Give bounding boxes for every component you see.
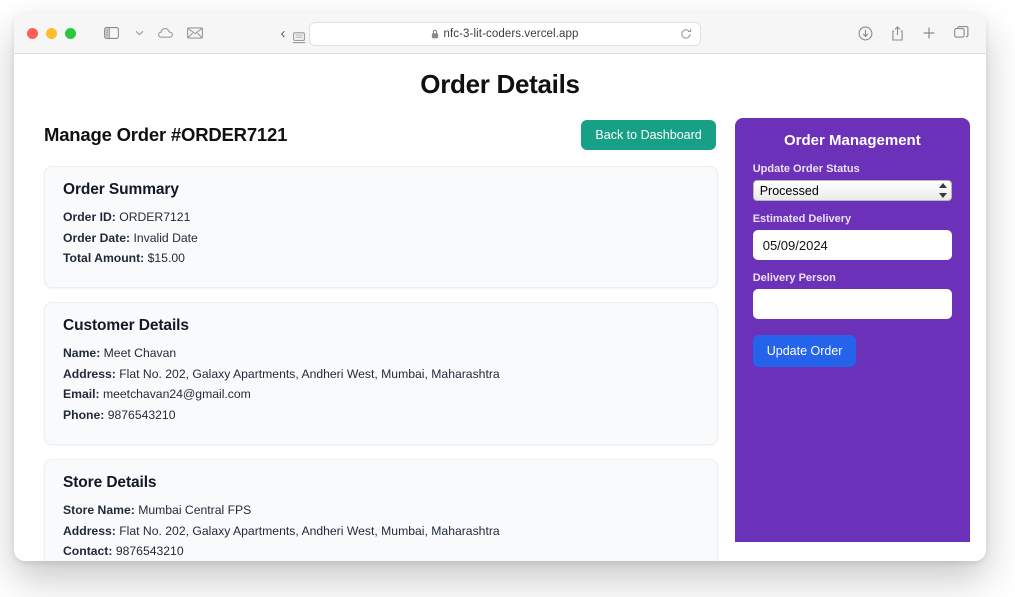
- estimated-delivery-input[interactable]: [752, 230, 952, 260]
- store-name-value: Mumbai Central FPS: [138, 502, 252, 517]
- total-amount-value: $15.00: [147, 251, 185, 266]
- store-name-label: Store Name:: [63, 502, 135, 517]
- store-details-title: Store Details: [63, 473, 157, 491]
- store-address-value: Flat No. 202, Galaxy Apartments, Andheri…: [119, 523, 500, 538]
- order-summary-card: Order Summary Order ID: ORDER7121 Order …: [44, 166, 718, 289]
- store-address-label: Address:: [63, 523, 116, 538]
- update-status-label: Update Order Status: [752, 163, 860, 175]
- delivery-person-label: Delivery Person: [752, 272, 836, 284]
- customer-phone-row: Phone: 9876543210: [63, 407, 699, 425]
- sidebar-toggle-icon[interactable]: [98, 21, 124, 45]
- browser-toolbar: ‹ › nfc-3-lit-coders.vercel.app: [14, 13, 986, 54]
- order-status-select[interactable]: Processed: [752, 180, 952, 201]
- customer-name-row: Name: Meet Chavan: [63, 345, 699, 363]
- status-select-wrapper: Processed: [752, 180, 952, 201]
- share-icon[interactable]: [884, 21, 910, 45]
- browser-window: ‹ › nfc-3-lit-coders.vercel.app: [14, 13, 986, 561]
- customer-name-value: Meet Chavan: [103, 346, 177, 361]
- customer-address-row: Address: Flat No. 202, Galaxy Apartments…: [63, 366, 699, 384]
- total-amount-row: Total Amount: $15.00: [63, 250, 699, 268]
- lock-icon: [431, 29, 439, 39]
- store-contact-row: Contact: 9876543210: [63, 543, 699, 561]
- order-summary-title: Order Summary: [63, 181, 179, 198]
- manage-order-title: Manage Order #ORDER7121: [44, 124, 288, 145]
- customer-name-label: Name:: [63, 346, 101, 361]
- customer-address-label: Address:: [63, 366, 116, 381]
- address-bar[interactable]: nfc-3-lit-coders.vercel.app: [309, 22, 701, 46]
- back-to-dashboard-button[interactable]: Back to Dashboard: [581, 120, 716, 150]
- main-column: Manage Order #ORDER7121 Back to Dashboar…: [30, 118, 718, 561]
- maximize-window-button[interactable]: [65, 27, 76, 39]
- reload-icon[interactable]: [680, 28, 692, 40]
- store-details-card: Store Details Store Name: Mumbai Central…: [44, 458, 718, 561]
- update-order-button[interactable]: Update Order: [752, 335, 857, 367]
- order-id-label: Order ID:: [63, 210, 116, 224]
- order-date-label: Order Date:: [63, 230, 131, 245]
- customer-email-row: Email: meetchavan24@gmail.com: [63, 386, 699, 404]
- store-name-row: Store Name: Mumbai Central FPS: [63, 502, 699, 520]
- delivery-person-input[interactable]: [752, 289, 952, 319]
- order-management-title: Order Management: [784, 132, 921, 149]
- icloud-icon[interactable]: [154, 21, 180, 45]
- store-address-row: Address: Flat No. 202, Galaxy Apartments…: [63, 523, 699, 541]
- order-id-row: Order ID: ORDER7121: [63, 209, 699, 227]
- window-controls: [27, 27, 76, 39]
- order-management-panel: Order Management Update Order Status Pro…: [734, 118, 970, 542]
- page-content: Order Details Manage Order #ORDER7121 Ba…: [14, 54, 986, 561]
- order-id-value: ORDER7121: [119, 210, 191, 224]
- total-amount-label: Total Amount:: [63, 251, 145, 266]
- chevron-down-icon[interactable]: [126, 21, 152, 45]
- estimated-delivery-field: Estimated Delivery: [752, 213, 952, 260]
- store-contact-label: Contact:: [63, 544, 113, 559]
- customer-phone-label: Phone:: [63, 408, 105, 423]
- toolbar-right-icons: [852, 21, 974, 45]
- url-text: nfc-3-lit-coders.vercel.app: [443, 28, 579, 40]
- customer-email-label: Email:: [63, 387, 100, 402]
- delivery-person-field: Delivery Person: [752, 272, 952, 319]
- customer-phone-value: 9876543210: [107, 408, 176, 423]
- customer-email-value: meetchavan24@gmail.com: [102, 387, 251, 402]
- downloads-icon[interactable]: [852, 21, 878, 45]
- page-title: Order Details: [420, 69, 580, 99]
- update-status-field: Update Order Status Processed: [752, 163, 952, 201]
- customer-details-title: Customer Details: [63, 317, 189, 335]
- content-row: Manage Order #ORDER7121 Back to Dashboar…: [14, 118, 986, 561]
- minimize-window-button[interactable]: [46, 27, 57, 39]
- customer-details-card: Customer Details Name: Meet Chavan Addre…: [44, 302, 718, 445]
- store-contact-value: 9876543210: [115, 544, 184, 559]
- customer-address-value: Flat No. 202, Galaxy Apartments, Andheri…: [119, 366, 500, 381]
- new-tab-icon[interactable]: [916, 21, 942, 45]
- tab-overview-icon[interactable]: [948, 21, 974, 45]
- order-date-value: Invalid Date: [133, 230, 198, 245]
- toolbar-left-icons: [98, 21, 208, 45]
- order-date-row: Order Date: Invalid Date: [63, 230, 699, 248]
- estimated-delivery-label: Estimated Delivery: [752, 213, 852, 225]
- close-window-button[interactable]: [27, 27, 38, 39]
- manage-order-header: Manage Order #ORDER7121 Back to Dashboar…: [30, 118, 718, 152]
- mail-icon[interactable]: [182, 21, 208, 45]
- url-text-container: nfc-3-lit-coders.vercel.app: [431, 28, 578, 40]
